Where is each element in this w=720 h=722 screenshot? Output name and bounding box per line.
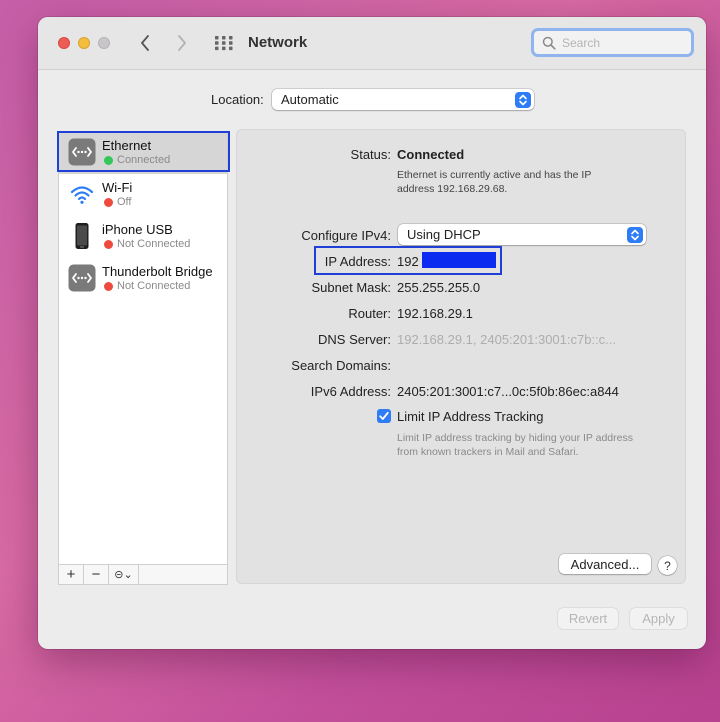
action-menu-button[interactable]: ⊝⌄: [109, 565, 139, 584]
back-button[interactable]: [135, 32, 155, 54]
service-name: iPhone USB: [102, 222, 173, 237]
router-label: Router:: [348, 306, 391, 321]
status-dot-icon: [104, 240, 113, 249]
search-icon: [542, 36, 556, 50]
service-list: Ethernet Connected Wi-Fi Off iPhone USB: [58, 131, 228, 585]
service-name: Thunderbolt Bridge: [102, 264, 213, 279]
service-item-wifi[interactable]: Wi-Fi Off: [59, 174, 227, 216]
search-input[interactable]: [562, 35, 682, 51]
status-dot-icon: [104, 198, 113, 207]
service-name: Ethernet: [102, 138, 152, 153]
limit-tracking-label[interactable]: Limit IP Address Tracking: [397, 409, 543, 424]
status-value: Connected: [397, 147, 465, 162]
service-name: Wi-Fi: [102, 180, 133, 195]
close-window-button[interactable]: [58, 37, 70, 49]
limit-tracking-description-line2: from known trackers in Mail and Safari.: [397, 446, 579, 458]
ip-address-value: 192: [397, 254, 419, 269]
ipv6-address-value: 2405:201:3001:c7...0c:5f0b:86ec:a844: [397, 384, 619, 399]
limit-tracking-description-line1: Limit IP address tracking by hiding your…: [397, 432, 633, 444]
chevron-left-icon: [141, 35, 149, 51]
ip-address-label: IP Address:: [324, 254, 391, 269]
advanced-button[interactable]: Advanced...: [559, 554, 651, 574]
apply-button[interactable]: Apply: [630, 608, 687, 629]
help-button[interactable]: ?: [658, 556, 677, 575]
checkmark-icon: [379, 411, 389, 420]
service-item-ethernet[interactable]: Ethernet Connected: [59, 132, 227, 174]
service-status: Not Connected: [117, 280, 191, 292]
detail-panel: [236, 129, 686, 584]
location-label: Location:: [211, 92, 264, 107]
dns-server-value: 192.168.29.1, 2405:201:3001:c7b::c...: [397, 332, 617, 347]
show-all-button[interactable]: [214, 35, 234, 51]
updown-chevron-icon: [515, 92, 531, 108]
subnet-mask-label: Subnet Mask:: [311, 280, 392, 295]
status-description-line1: Ethernet is currently active and has the…: [397, 169, 592, 181]
configure-ipv4-label: Configure IPv4:: [301, 228, 391, 243]
service-list-toolbar: + − ⊝⌄: [58, 564, 228, 585]
service-status: Not Connected: [117, 238, 191, 250]
network-preferences-window: Network Location: Automatic: [38, 17, 706, 649]
ipv6-address-label: IPv6 Address:: [310, 384, 391, 399]
search-domains-label: Search Domains:: [291, 358, 391, 373]
add-service-button[interactable]: +: [59, 565, 84, 584]
wifi-icon: [68, 180, 96, 208]
thunderbolt-bridge-icon: [68, 264, 96, 292]
router-value: 192.168.29.1: [397, 306, 473, 321]
window-title: Network: [248, 34, 308, 51]
minimize-window-button[interactable]: [78, 37, 90, 49]
ethernet-icon: [68, 138, 96, 166]
grid-icon: [215, 36, 233, 51]
iphone-icon: [75, 223, 89, 249]
ip-redaction-bar: [422, 252, 496, 268]
service-status: Off: [117, 196, 132, 208]
configure-ipv4-popup[interactable]: Using DHCP: [398, 224, 646, 245]
service-status: Connected: [117, 154, 171, 166]
forward-button[interactable]: [172, 32, 192, 54]
revert-button[interactable]: Revert: [558, 608, 618, 629]
dns-server-label: DNS Server:: [318, 332, 391, 347]
zoom-window-button[interactable]: [98, 37, 110, 49]
location-popup[interactable]: Automatic: [272, 89, 534, 110]
status-label: Status:: [350, 147, 391, 162]
status-dot-icon: [104, 282, 113, 291]
chevron-right-icon: [178, 35, 186, 51]
search-field[interactable]: [531, 28, 694, 57]
limit-tracking-checkbox[interactable]: [377, 409, 391, 423]
configure-ipv4-value: Using DHCP: [407, 227, 481, 242]
subnet-mask-value: 255.255.255.0: [397, 280, 481, 295]
remove-service-button[interactable]: −: [84, 565, 109, 584]
updown-chevron-icon: [627, 227, 643, 243]
service-item-iphone-usb[interactable]: iPhone USB Not Connected: [59, 216, 227, 258]
location-value: Automatic: [281, 92, 339, 107]
title-bar: Network: [38, 17, 706, 70]
service-item-thunderbolt-bridge[interactable]: Thunderbolt Bridge Not Connected: [59, 258, 227, 300]
status-dot-icon: [104, 156, 113, 165]
status-description-line2: address 192.168.29.68.: [397, 183, 508, 195]
